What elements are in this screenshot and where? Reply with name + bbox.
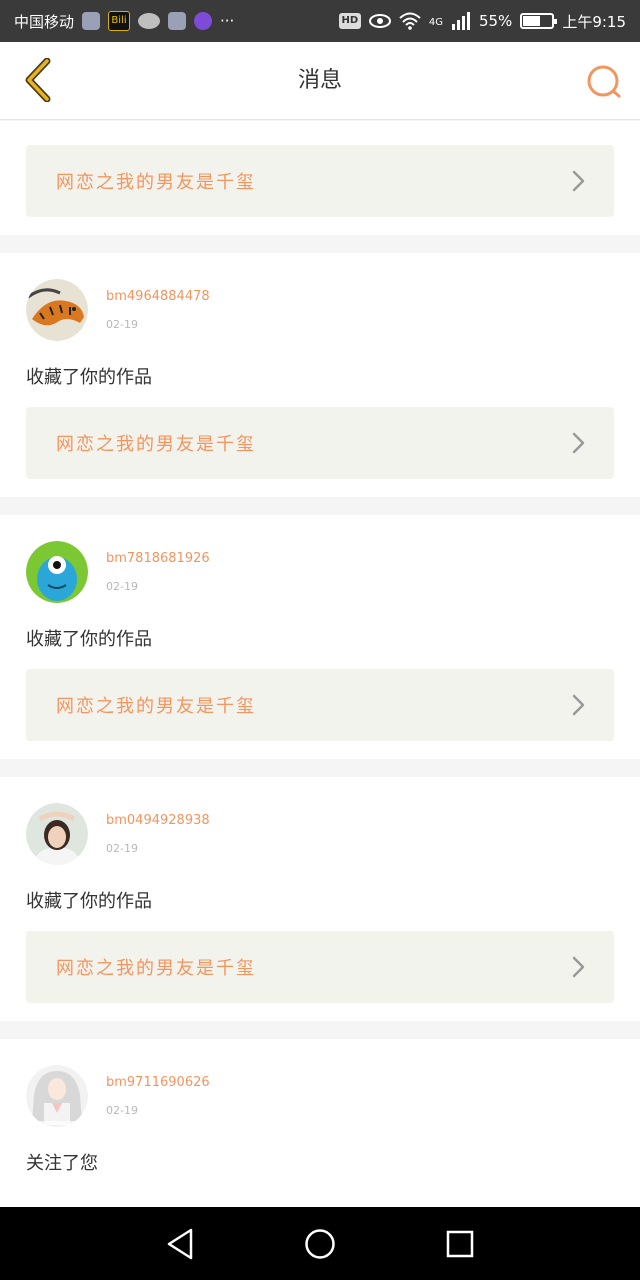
avatar[interactable] — [26, 541, 88, 603]
wechat-icon — [138, 13, 161, 29]
search-icon — [587, 65, 621, 98]
date-label: 02-19 — [106, 1104, 138, 1117]
search-button[interactable] — [582, 60, 626, 104]
carrier-label: 中国移动 — [14, 12, 75, 31]
chevron-right-icon — [572, 432, 585, 454]
eye-icon — [368, 14, 391, 28]
work-card[interactable]: 网恋之我的男友是千玺 — [26, 407, 614, 479]
back-button[interactable] — [14, 56, 62, 104]
bilibili-icon: Bili — [108, 11, 131, 31]
date-label: 02-19 — [106, 318, 138, 331]
app-notification-icon-3 — [194, 12, 213, 30]
date-label: 02-19 — [106, 580, 138, 593]
work-title: 网恋之我的男友是千玺 — [56, 696, 256, 717]
avatar[interactable] — [26, 803, 88, 865]
username[interactable]: bm9711690626 — [106, 1075, 210, 1090]
chevron-right-icon — [572, 956, 585, 978]
system-nav-bar — [0, 1207, 640, 1280]
clock: 上午9:15 — [562, 12, 626, 31]
list-item: bm0494928938 02-19 收藏了你的作品 网恋之我的男友是千玺 — [0, 777, 640, 1021]
avatar[interactable] — [26, 279, 88, 341]
message-list[interactable]: 网恋之我的男友是千玺 bm4964884478 02-19 收藏了你的作品 网恋… — [0, 121, 640, 1207]
avatar[interactable] — [26, 1065, 88, 1127]
header-bar: 消息 — [0, 42, 640, 120]
page-title: 消息 — [297, 68, 342, 93]
list-item: bm4964884478 02-19 收藏了你的作品 网恋之我的男友是千玺 — [0, 253, 640, 497]
username[interactable]: bm0494928938 — [106, 813, 210, 828]
work-title: 网恋之我的男友是千玺 — [56, 434, 256, 455]
battery-icon — [520, 13, 558, 29]
chevron-right-icon — [572, 694, 585, 716]
work-card[interactable]: 网恋之我的男友是千玺 — [26, 931, 614, 1003]
nav-home-button[interactable] — [290, 1214, 350, 1274]
nav-recents-button[interactable] — [430, 1214, 490, 1274]
work-title: 网恋之我的男友是千玺 — [56, 172, 256, 193]
work-title: 网恋之我的男友是千玺 — [56, 958, 256, 979]
network-type: 4G — [428, 16, 443, 28]
list-item: 网恋之我的男友是千玺 — [0, 121, 640, 235]
chevron-left-icon — [25, 58, 51, 102]
app-notification-icon — [82, 12, 101, 30]
list-item: bm7818681926 02-19 收藏了你的作品 网恋之我的男友是千玺 — [0, 515, 640, 759]
status-bar: 中国移动 Bili ··· HD 4G 55% 上午9:15 — [0, 0, 640, 42]
signal-icon — [451, 12, 470, 30]
list-item: bm9711690626 02-19 关注了您 — [0, 1039, 640, 1207]
hd-icon: HD — [338, 13, 361, 29]
nav-back-button[interactable] — [150, 1214, 210, 1274]
triangle-back-icon — [167, 1228, 193, 1259]
action-text: 收藏了你的作品 — [26, 629, 152, 650]
action-text: 关注了您 — [26, 1153, 98, 1174]
square-recents-icon — [446, 1230, 474, 1257]
wifi-icon — [399, 12, 421, 30]
circle-home-icon — [305, 1228, 335, 1259]
work-card[interactable]: 网恋之我的男友是千玺 — [26, 145, 614, 217]
work-card[interactable]: 网恋之我的男友是千玺 — [26, 669, 614, 741]
battery-percent: 55% — [478, 12, 513, 30]
date-label: 02-19 — [106, 842, 138, 855]
app-notification-icon-2 — [168, 12, 187, 30]
username[interactable]: bm7818681926 — [106, 551, 210, 566]
more-notifications-icon: ··· — [220, 12, 235, 30]
action-text: 收藏了你的作品 — [26, 891, 152, 912]
chevron-right-icon — [572, 170, 585, 192]
username[interactable]: bm4964884478 — [106, 289, 210, 304]
action-text: 收藏了你的作品 — [26, 367, 152, 388]
